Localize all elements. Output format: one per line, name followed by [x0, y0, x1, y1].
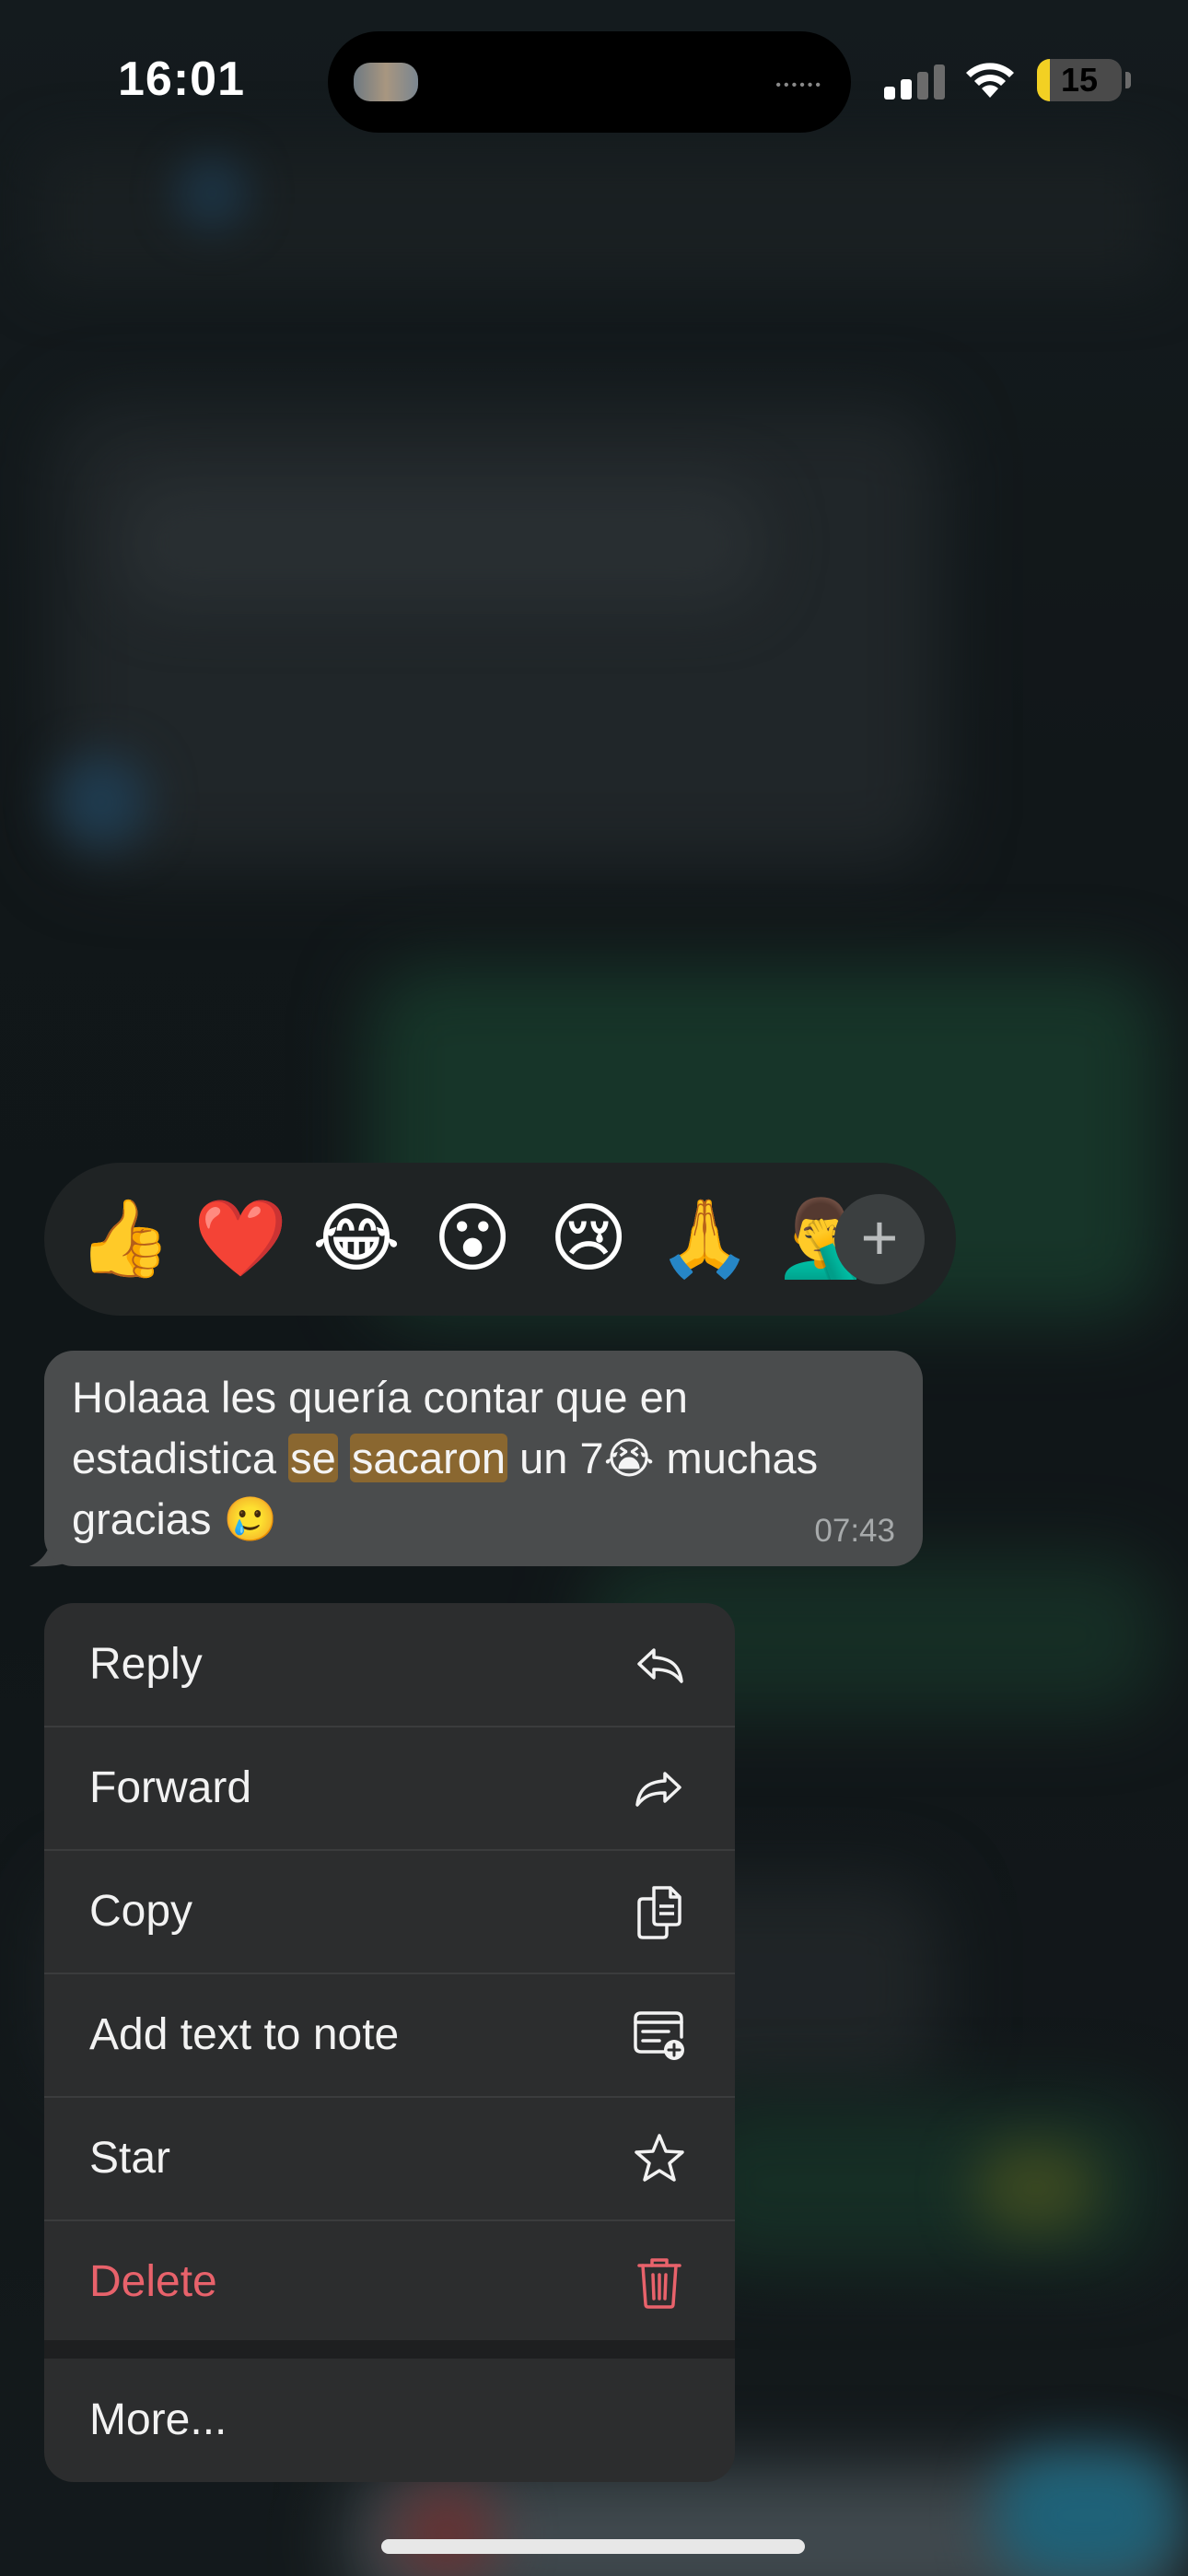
reaction-heart[interactable]: ❤️ [190, 1188, 291, 1290]
selected-word-sacaron[interactable]: sacaron [349, 1434, 508, 1482]
cellular-signal-icon [884, 64, 945, 100]
media-thumbnail [354, 63, 418, 101]
dynamic-island: •••••• [328, 31, 851, 133]
wifi-icon [966, 63, 1014, 98]
menu-item-more[interactable]: More... [44, 2359, 735, 2482]
copy-icon [637, 1886, 681, 1939]
reaction-praying-hands[interactable]: 🙏 [654, 1188, 755, 1290]
battery-icon: 15 [1037, 59, 1122, 101]
status-time: 16:01 [118, 53, 245, 106]
reaction-laughing[interactable]: 😂 [306, 1188, 407, 1290]
reaction-crying[interactable]: 😢 [538, 1188, 639, 1290]
message-bubble[interactable]: Holaaa les quería contar que en estadist… [44, 1351, 923, 1566]
message-timestamp: 07:43 [814, 1513, 895, 1549]
audio-wave-icon: •••••• [775, 77, 823, 93]
star-icon [635, 2134, 684, 2182]
home-indicator[interactable] [381, 2539, 805, 2554]
forward-icon [635, 1772, 681, 1807]
menu-item-add-text-to-note[interactable]: Add text to note [44, 1973, 735, 2097]
selected-word-se[interactable]: se [288, 1434, 338, 1482]
more-reactions-button[interactable]: + [834, 1194, 925, 1284]
reaction-thumbs-up[interactable]: 👍 [74, 1188, 175, 1290]
add-note-icon [634, 2011, 684, 2060]
reply-icon [637, 1648, 683, 1683]
menu-item-star[interactable]: Star [44, 2097, 735, 2220]
reaction-surprised[interactable]: 😮 [422, 1188, 523, 1290]
message-text: Holaaa les quería contar que en estadist… [72, 1373, 819, 1543]
menu-item-reply[interactable]: Reply [44, 1603, 735, 1727]
menu-item-forward[interactable]: Forward [44, 1727, 735, 1850]
context-menu: Reply Forward Copy Add text to note Star… [44, 1603, 735, 2482]
screen: 16:01 •••••• 15 👍 ❤️ 😂 😮 😢 🙏 🤦‍♂️ + Hola… [0, 0, 1188, 2576]
menu-group-divider [44, 2340, 735, 2359]
menu-item-copy[interactable]: Copy [44, 1850, 735, 1973]
battery-level: 15 [1060, 61, 1099, 99]
battery-cap [1125, 72, 1131, 88]
trash-icon [637, 2258, 681, 2309]
menu-item-delete[interactable]: Delete [44, 2220, 735, 2344]
reaction-bar: 👍 ❤️ 😂 😮 😢 🙏 🤦‍♂️ + [44, 1163, 956, 1316]
